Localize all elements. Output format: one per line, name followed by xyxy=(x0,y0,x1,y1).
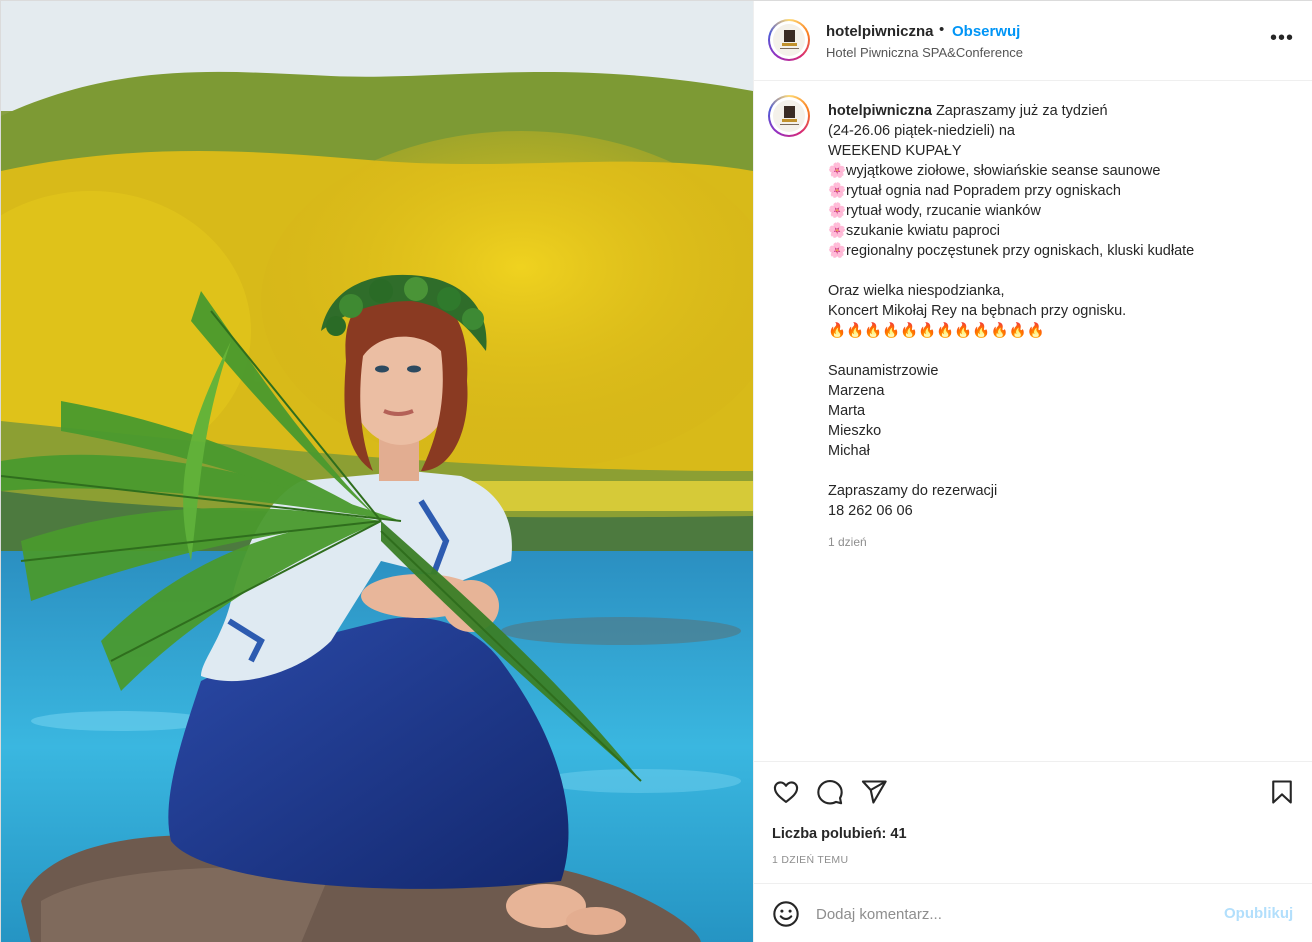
emoji-icon[interactable] xyxy=(772,900,800,928)
post-side-panel: hotelpiwniczna • Obserwuj Hotel Piwniczn… xyxy=(753,1,1312,942)
hotel-logo-icon xyxy=(773,100,805,132)
caption-avatar[interactable] xyxy=(768,95,810,137)
comment-input[interactable] xyxy=(816,902,1196,926)
more-horizontal-icon[interactable]: ••• xyxy=(1270,28,1294,48)
avatar[interactable] xyxy=(768,19,810,61)
caption-username[interactable]: hotelpiwniczna xyxy=(828,103,932,119)
caption-timestamp[interactable]: 1 dzień xyxy=(828,535,867,549)
bookmark-icon[interactable] xyxy=(1268,778,1296,806)
header-username[interactable]: hotelpiwniczna xyxy=(826,23,934,40)
post-dialog: hotelpiwniczna • Obserwuj Hotel Piwniczn… xyxy=(0,0,1312,942)
heart-icon[interactable] xyxy=(772,778,800,806)
caption-body: Zapraszamy już za tydzień (24-26.06 piąt… xyxy=(828,103,1195,519)
publish-button[interactable]: Opublikuj xyxy=(1224,905,1293,922)
post-date: 1 DZIEŃ TEMU xyxy=(772,854,849,866)
location-link[interactable]: Hotel Piwniczna SPA&Conference xyxy=(826,45,1023,60)
post-photo[interactable] xyxy=(1,1,753,942)
caption-text: hotelpiwniczna Zapraszamy już za tydzień… xyxy=(828,101,1298,521)
header-separator: • xyxy=(939,21,945,38)
hotel-logo-icon xyxy=(773,24,805,56)
follow-button[interactable]: Obserwuj xyxy=(952,23,1020,40)
photo-illustration xyxy=(1,1,753,942)
post-caption: hotelpiwniczna Zapraszamy już za tydzień… xyxy=(754,81,1312,761)
send-icon[interactable] xyxy=(860,778,888,806)
post-actions: Liczba polubień: 41 1 DZIEŃ TEMU xyxy=(754,761,1312,883)
comment-box: Opublikuj xyxy=(754,883,1312,942)
likes-count[interactable]: Liczba polubień: 41 xyxy=(772,826,907,842)
post-header: hotelpiwniczna • Obserwuj Hotel Piwniczn… xyxy=(754,1,1312,81)
comment-icon[interactable] xyxy=(816,778,844,806)
